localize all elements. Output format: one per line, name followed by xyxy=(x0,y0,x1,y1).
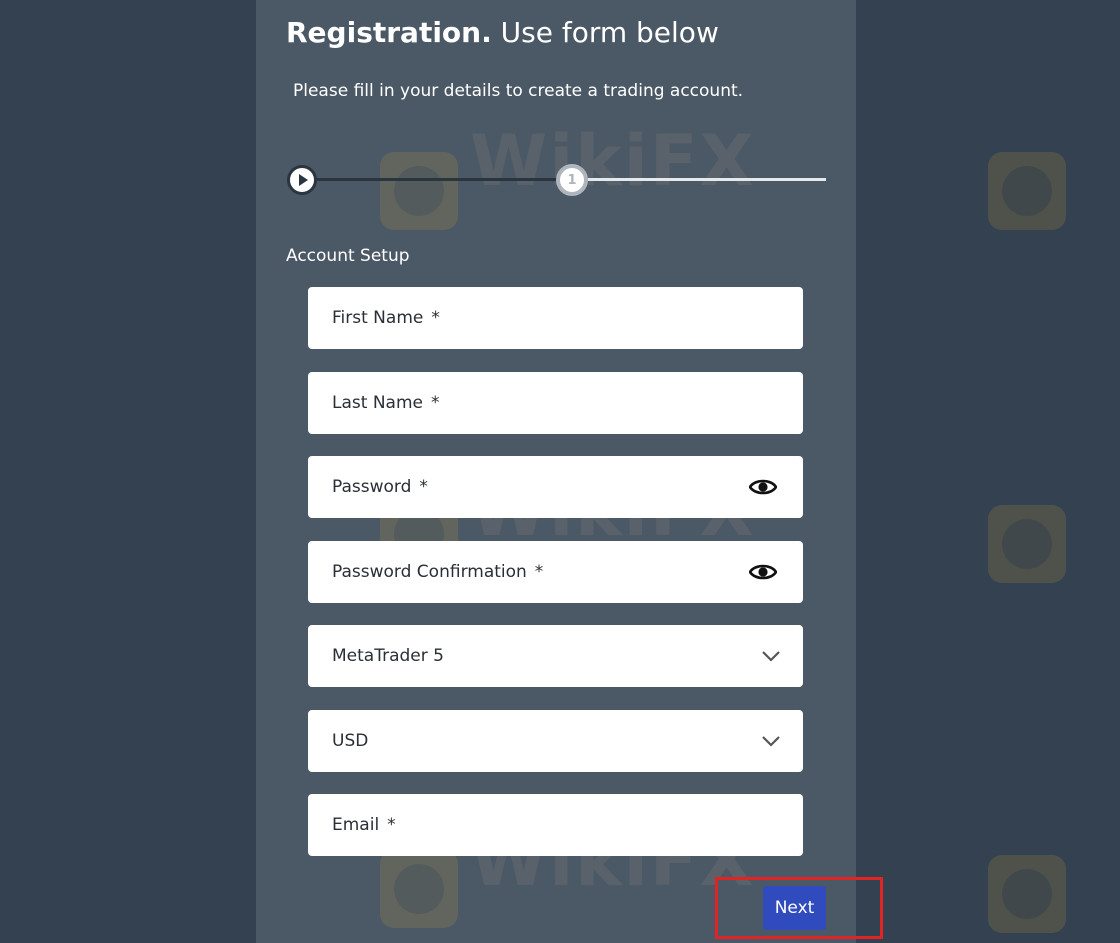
currency-select[interactable]: USD xyxy=(308,710,803,772)
section-title: Account Setup xyxy=(286,246,410,266)
eye-icon[interactable] xyxy=(749,562,777,582)
required-marker: * xyxy=(534,562,544,582)
password-confirmation-label: Password Confirmation * xyxy=(332,562,543,582)
stepper-track-remaining xyxy=(572,178,826,181)
first-name-label-text: First Name xyxy=(332,308,424,328)
chevron-down-icon xyxy=(762,651,780,662)
platform-select-value: MetaTrader 5 xyxy=(332,646,444,666)
first-name-label: First Name * xyxy=(332,308,440,328)
watermark-logo-icon xyxy=(988,855,1066,933)
required-marker: * xyxy=(387,815,396,835)
page-title: Registration. Use form below xyxy=(286,16,719,49)
password-label: Password * xyxy=(332,477,428,497)
password-field[interactable]: Password * xyxy=(308,456,803,518)
first-name-field[interactable]: First Name * xyxy=(308,287,803,349)
email-label: Email * xyxy=(332,815,396,835)
eye-icon[interactable] xyxy=(749,477,777,497)
platform-select[interactable]: MetaTrader 5 xyxy=(308,625,803,687)
page-subtitle: Please fill in your details to create a … xyxy=(293,81,744,101)
last-name-label-text: Last Name xyxy=(332,393,423,413)
watermark-logo-icon xyxy=(988,505,1066,583)
password-confirmation-field[interactable]: Password Confirmation * xyxy=(308,541,803,603)
required-marker: * xyxy=(419,477,428,497)
stepper-step-number: 1 xyxy=(567,172,577,188)
chevron-down-icon xyxy=(762,736,780,747)
play-icon xyxy=(299,174,308,186)
stepper-step-start[interactable] xyxy=(287,165,317,195)
last-name-label: Last Name * xyxy=(332,393,439,413)
required-marker: * xyxy=(430,393,440,413)
email-field[interactable]: Email * xyxy=(308,794,803,856)
required-marker: * xyxy=(431,308,440,328)
page-title-rest: Use form below xyxy=(491,16,719,49)
email-label-text: Email xyxy=(332,815,380,835)
stepper-track-completed xyxy=(302,178,572,181)
password-label-text: Password xyxy=(332,477,412,497)
watermark-logo-icon xyxy=(988,152,1066,230)
currency-select-value: USD xyxy=(332,731,369,751)
page-title-bold: Registration. xyxy=(286,16,492,49)
last-name-field[interactable]: Last Name * xyxy=(308,372,803,434)
stepper-step-current[interactable]: 1 xyxy=(556,164,588,196)
password-confirmation-label-text: Password Confirmation xyxy=(332,562,527,582)
next-button[interactable]: Next xyxy=(763,886,826,930)
